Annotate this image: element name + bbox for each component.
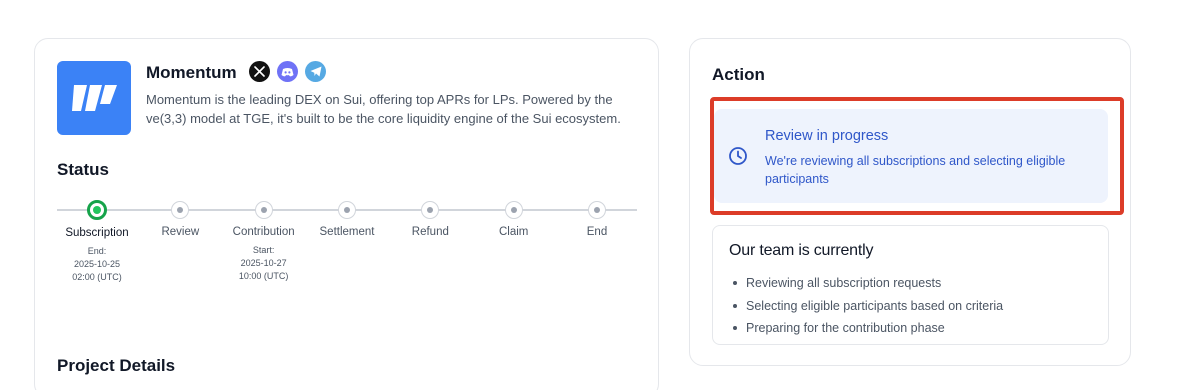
- step-pending-icon: [421, 201, 440, 219]
- step-label: Review: [161, 226, 200, 238]
- step-date: End: 2025-10-25 02:00 (UTC): [52, 245, 142, 284]
- project-name: Momentum: [146, 63, 237, 82]
- project-description: Momentum is the leading DEX on Sui, offe…: [146, 92, 621, 126]
- momentum-logo-mark: [72, 85, 117, 111]
- list-item-text: Selecting eligible participants based on…: [746, 298, 1004, 313]
- step-label: Claim: [498, 226, 529, 238]
- list-item-text: Preparing for the contribution phase: [746, 321, 945, 335]
- step-date: Start: 2025-10-27 10:00 (UTC): [219, 244, 309, 283]
- status-timeline: Subscription End: 2025-10-25 02:00 (UTC) Rev…: [35, 199, 660, 299]
- step-pending-icon: [338, 201, 356, 219]
- list-item: Reviewing all subscription requests: [733, 272, 1003, 295]
- step-date-line: 2025-10-27: [240, 258, 287, 268]
- timeline-step-review: Review: [135, 199, 225, 238]
- list-item: Selecting eligible participants based on…: [733, 295, 1003, 318]
- step-date-line: End:: [87, 246, 107, 256]
- action-title: Action: [712, 65, 765, 84]
- step-pending-icon: [588, 201, 606, 219]
- step-label: Subscription: [65, 227, 129, 239]
- list-item-text: Reviewing all subscription requests: [746, 276, 942, 290]
- highlight-outline: [710, 97, 1124, 215]
- team-activity-title: Our team is currently: [729, 242, 874, 259]
- momentum-logo: [57, 61, 131, 135]
- step-date-line: 10:00 (UTC): [238, 271, 289, 281]
- step-label: Settlement: [319, 226, 375, 238]
- bullet-icon: [733, 326, 737, 330]
- discord-icon[interactable]: [277, 61, 298, 82]
- step-label: Contribution: [232, 226, 295, 238]
- step-pending-icon: [254, 201, 273, 219]
- bullet-icon: [733, 281, 737, 285]
- page: Momentum Momentum is the leading DEX on …: [0, 0, 1200, 390]
- timeline-step-subscription: Subscription End: 2025-10-25 02:00 (UTC): [52, 199, 142, 284]
- action-card: Action Review in progress We're reviewin…: [689, 38, 1131, 366]
- step-active-icon: [87, 200, 107, 220]
- step-date-line: 02:00 (UTC): [72, 272, 122, 282]
- step-date-line: 2025-10-25: [73, 259, 121, 269]
- timeline-step-contribution: Contribution Start: 2025-10-27 10:00 (UTC): [219, 199, 309, 283]
- step-pending-icon: [171, 201, 190, 219]
- step-label: Refund: [411, 226, 449, 238]
- team-activity-list: Reviewing all subscription requests Sele…: [733, 272, 1003, 340]
- x-icon[interactable]: [249, 61, 270, 82]
- project-card: Momentum Momentum is the leading DEX on …: [34, 38, 659, 390]
- bullet-icon: [733, 303, 737, 308]
- team-activity-box: Our team is currently Reviewing all subs…: [712, 225, 1109, 345]
- step-label: End: [586, 226, 608, 238]
- timeline-step-end: End: [552, 199, 642, 238]
- telegram-icon[interactable]: [305, 61, 326, 82]
- timeline-step-settlement: Settlement: [302, 199, 392, 238]
- step-date-line: Start:: [252, 245, 275, 255]
- step-pending-icon: [504, 201, 523, 219]
- status-title: Status: [57, 160, 109, 179]
- list-item: Preparing for the contribution phase: [733, 317, 1003, 340]
- timeline-step-refund: Refund: [385, 199, 475, 238]
- project-details-title: Project Details: [57, 356, 176, 375]
- timeline-step-claim: Claim: [469, 199, 559, 238]
- social-links: [249, 61, 326, 82]
